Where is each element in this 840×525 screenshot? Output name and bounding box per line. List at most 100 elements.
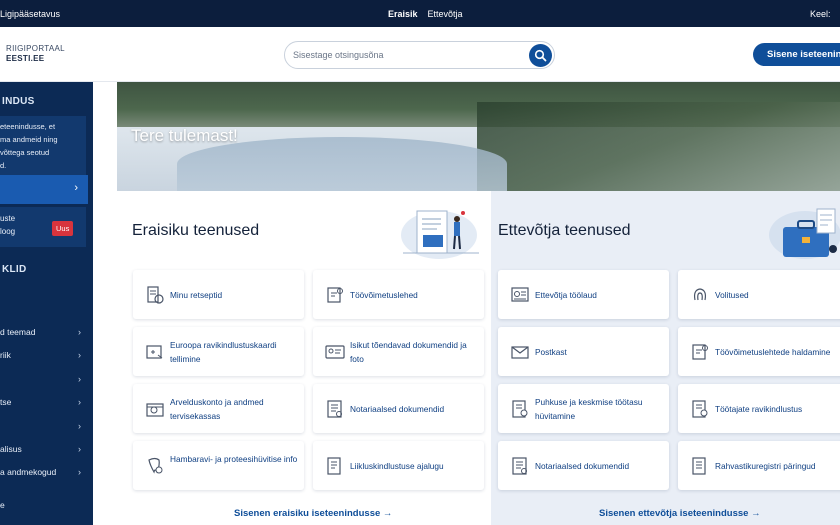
business-services-section: Ettevõtja teenused Ettevõtja töölaud Vol… [491, 191, 840, 525]
sidebar-info-box: eteenindusse, et ma andmeid ning võttega… [0, 116, 86, 179]
person-document-illustration [401, 210, 479, 259]
sidebar-info-line: d. [0, 161, 7, 170]
fingerprint-icon [693, 288, 707, 301]
service-card-label: Hambaravi- ja proteesihüvitise info [170, 454, 298, 464]
private-services-title: Eraisiku teenused [132, 222, 260, 239]
service-card[interactable]: Rahvastikuregistri päringud [678, 441, 840, 490]
tab-private[interactable]: Eraisik [388, 9, 418, 19]
service-card[interactable]: Puhkuse ja keskmise töötasu hüvitamine [498, 384, 669, 433]
search-box: Sisestage otsingusõna [284, 41, 555, 69]
search-input[interactable]: Sisestage otsingusõna [293, 50, 384, 60]
service-card-label: Postkast [535, 347, 567, 357]
sidebar-item[interactable]: d teemad › [0, 325, 93, 348]
sick-leave-management-icon [692, 344, 708, 360]
top-bar: Ligipääsetavus Eraisik Ettevõtja Keel: [0, 0, 840, 27]
service-card-label: Ettevõtja töölaud [535, 290, 597, 300]
logo-line2: EESTI.EE [6, 54, 45, 63]
sidebar-info-line: võttega seotud [0, 148, 50, 157]
chevron-right-icon: › [78, 420, 81, 431]
hero-forest-right [477, 102, 840, 191]
service-card[interactable]: Volitused [678, 270, 840, 319]
sidebar-info-line: ma andmeid ning [0, 135, 58, 144]
tab-business[interactable]: Ettevõtja [428, 9, 463, 19]
service-card-label: Liikluskindlustuse ajalugu [350, 461, 444, 471]
service-card[interactable]: Töövõimetuslehtede haldamine [678, 327, 840, 376]
service-card[interactable]: Postkast [498, 327, 669, 376]
service-card[interactable]: Töövõimetuslehed [313, 270, 484, 319]
sidebar-new-feature[interactable]: uste loog Uus [0, 207, 86, 247]
login-button[interactable]: Sisene iseteenindusse [753, 43, 840, 66]
sick-leave-icon [327, 287, 343, 303]
notary-document-icon [327, 400, 342, 418]
service-card[interactable]: Arvelduskonto ja andmed tervisekassas [133, 384, 304, 433]
arrow-right-icon: → [751, 508, 761, 519]
service-card-label: Puhkuse ja keskmise töötasu hüvitamine [535, 397, 643, 421]
private-services-section: Eraisiku teenused Minu retseptid Töövõim… [117, 191, 491, 525]
sidebar-item[interactable]: riik › [0, 348, 93, 371]
sidebar-item[interactable]: a andmekogud › [0, 465, 93, 488]
business-self-service-link[interactable]: Sisenen ettevõtja iseteenindusse → [599, 508, 761, 519]
service-card-label: Volitused [715, 290, 749, 300]
service-card-label: Notariaalsed dokumendid [535, 461, 630, 471]
sidebar-bottom-item[interactable]: e [0, 500, 5, 510]
sidebar-info-line: eteenindusse, et [0, 122, 56, 131]
new-badge: Uus [52, 221, 74, 236]
service-card[interactable]: Töötajate ravikindlustus [678, 384, 840, 433]
service-card[interactable]: Notariaalsed dokumendid [313, 384, 484, 433]
sidebar-item[interactable]: alisus › [0, 442, 93, 465]
vacation-pay-icon [512, 400, 528, 418]
logo-line1: RIIGIPORTAAL [6, 44, 65, 53]
site-header: RIIGIPORTAAL EESTI.EE Sisestage otsingus… [0, 27, 840, 82]
service-card[interactable]: Euroopa ravikindlustuskaardi tellimine [133, 327, 304, 376]
sidebar-title-2: KLID [2, 264, 27, 275]
hero-banner: Tere tulemast! [117, 82, 840, 191]
service-card[interactable]: Notariaalsed dokumendid [498, 441, 669, 490]
service-card-label: Töötajate ravikindlustus [715, 404, 803, 414]
chevron-right-icon: › [78, 443, 81, 454]
private-self-service-link[interactable]: Sisenen eraisiku iseteenindusse → [234, 508, 392, 519]
prescription-icon [147, 286, 164, 304]
sidebar: INDUS eteenindusse, et ma andmeid ning v… [0, 82, 93, 525]
insurance-history-icon [327, 457, 341, 475]
chevron-right-icon: › [78, 397, 81, 408]
health-card-icon [146, 345, 163, 359]
service-card-label: Notariaalsed dokumendid [350, 404, 445, 414]
service-card-label: Rahvastikuregistri päringud [715, 461, 816, 471]
hero-welcome-title: Tere tulemast! [131, 126, 238, 145]
site-logo[interactable]: RIIGIPORTAAL EESTI.EE [6, 44, 65, 64]
sidebar-menu: d teemad › riik › › tse › › alisus › a andme… [0, 325, 93, 489]
dashboard-icon [511, 287, 529, 302]
service-card[interactable]: Isikut tõendavad dokumendid ja foto [313, 327, 484, 376]
bank-account-icon [146, 403, 164, 417]
arrow-right-icon: → [382, 508, 393, 519]
service-card[interactable]: Minu retseptid [133, 270, 304, 319]
sidebar-item[interactable]: tse › [0, 395, 93, 418]
mailbox-icon [511, 346, 529, 359]
service-card-label: Töövõimetuslehed [350, 290, 418, 300]
tooth-icon [148, 457, 163, 474]
chevron-right-icon: › [78, 467, 81, 478]
service-card-label: Isikut tõendavad dokumendid ja foto [350, 340, 467, 364]
business-self-service-link-label: Sisenen ettevõtja iseteenindusse [599, 508, 749, 519]
chevron-right-icon: › [78, 350, 81, 361]
search-button[interactable] [529, 44, 552, 67]
accessibility-link[interactable]: Ligipääsetavus [0, 9, 60, 19]
sidebar-item-label: riik [0, 350, 11, 361]
service-card-label: Arvelduskonto ja andmed tervisekassas [170, 397, 264, 421]
service-card[interactable]: Ettevõtja töölaud [498, 270, 669, 319]
service-card[interactable]: Hambaravi- ja proteesihüvitise info [133, 441, 304, 490]
sidebar-login-button[interactable]: › [0, 175, 88, 204]
private-self-service-link-label: Sisenen eraisiku iseteenindusse [234, 508, 381, 519]
chevron-right-icon: › [78, 373, 81, 384]
service-card-label: Töövõimetuslehtede haldamine [715, 347, 831, 357]
language-selector[interactable]: Keel: [810, 9, 831, 19]
sidebar-item[interactable]: › [0, 419, 93, 442]
service-card[interactable]: Liikluskindlustuse ajalugu [313, 441, 484, 490]
audience-tabs: Eraisik Ettevõtja [388, 9, 463, 19]
chevron-right-icon: › [78, 327, 81, 337]
sidebar-item-label: a andmekogud [0, 467, 57, 478]
sidebar-item-label: alisus [0, 443, 22, 454]
service-card-label: Euroopa ravikindlustuskaardi tellimine [170, 340, 277, 364]
sidebar-feature-line: uste [0, 214, 16, 223]
sidebar-item[interactable]: › [0, 372, 93, 395]
